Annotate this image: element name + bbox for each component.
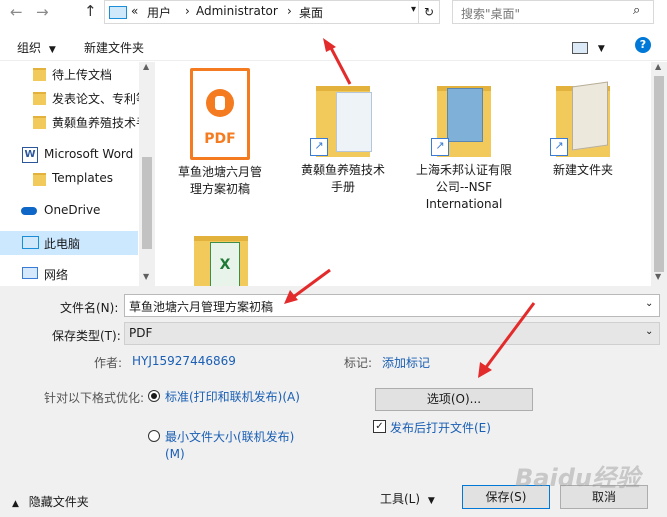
annotation-arrows bbox=[284, 38, 536, 378]
annotation-arrow bbox=[478, 302, 536, 378]
watermark: Baidu经验 bbox=[515, 464, 640, 492]
annotation-arrow bbox=[284, 268, 331, 304]
annotation-arrow bbox=[323, 38, 352, 85]
